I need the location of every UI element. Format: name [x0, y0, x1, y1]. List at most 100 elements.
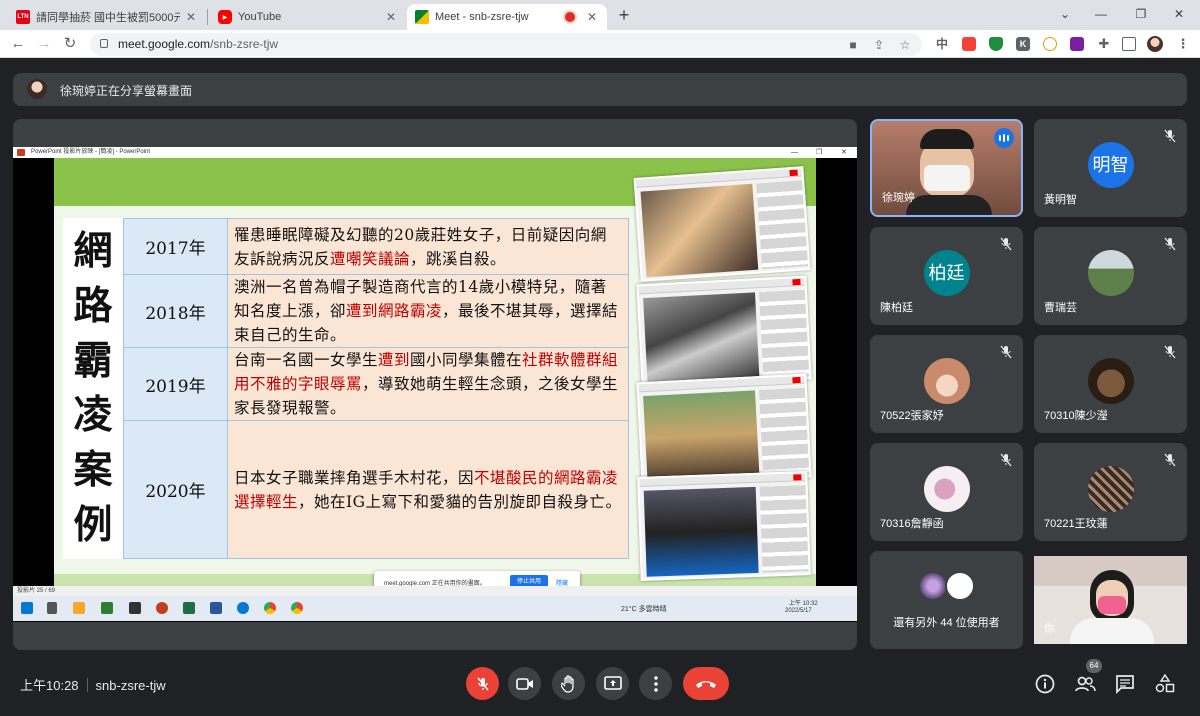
chat-icon[interactable] [1114, 673, 1136, 695]
slide: 網 路 霸 凌 案 例 2017年 罹患睡眠障礙及幻聽的20歲莊姓女子，日前疑因… [54, 158, 819, 593]
participant-name: 70522張家妤 [880, 410, 944, 422]
address-bar[interactable]: meet.google.com/snb-zsre-tjw ■ ⇪ ☆ [90, 33, 922, 56]
camera-toggle-button[interactable] [508, 667, 541, 700]
puzzle-icon[interactable]: ✚ [1097, 37, 1111, 51]
camera-in-use-icon[interactable]: ■ [846, 38, 860, 52]
extension-icon[interactable] [1043, 37, 1057, 51]
raise-hand-button[interactable] [552, 667, 585, 700]
present-screen-button[interactable] [596, 667, 629, 700]
participant-tile[interactable]: 曹瑞芸 [1034, 227, 1187, 325]
back-button[interactable]: ← [8, 34, 28, 54]
activities-icon[interactable] [1154, 673, 1176, 695]
year-cell: 2020年 [123, 420, 228, 559]
participant-hair [920, 129, 974, 149]
self-tile[interactable]: 你 [1034, 556, 1187, 644]
present-icon [603, 675, 622, 690]
mic-off-icon [1164, 129, 1176, 143]
side-panel-icon[interactable] [1122, 37, 1136, 51]
news-screenshot-collage [629, 166, 819, 588]
new-tab-button[interactable]: + [614, 5, 634, 25]
participant-avatar [1087, 466, 1134, 512]
browser-tab-active[interactable]: Meet - snb-zsre-tjw ✕ [407, 4, 607, 30]
extension-icon[interactable] [962, 37, 976, 51]
tab-title: 請同學抽菸 國中生被罰5000元 - [36, 12, 180, 24]
profile-avatar[interactable] [1147, 36, 1163, 52]
participant-avatar [1087, 358, 1134, 404]
participant-name: 陳柏廷 [880, 302, 913, 314]
participant-tile[interactable]: 徐琬婷 [870, 119, 1023, 217]
participant-tile[interactable]: 70316詹靜函 [870, 443, 1023, 541]
k-extension-icon[interactable]: K [1016, 37, 1030, 51]
minimize-button[interactable]: — [1080, 0, 1122, 30]
ppt-title: PowerPoint 投影片放映 - [簡凌] - PowerPoint [31, 149, 151, 155]
meeting-info: 上午10:28 snb-zsre-tjw [20, 675, 166, 694]
meeting-code: snb-zsre-tjw [95, 678, 166, 693]
browser-tab[interactable]: ▶ YouTube ✕ [210, 4, 406, 30]
participant-name: 黃明智 [1044, 194, 1077, 206]
slide-title-char: 案 [73, 447, 113, 494]
year-cell: 2017年 [123, 218, 228, 275]
table-row: 2019年 台南一名國一女學生遭到國小同學集體在社群軟體群組用不雅的字眼辱罵，導… [123, 347, 629, 421]
participant-tile[interactable]: 70522張家妤 [870, 335, 1023, 433]
url-host: meet.google.com [118, 37, 211, 51]
participant-avatar [1087, 250, 1134, 296]
ppt-restore-icon: ❐ [816, 149, 823, 156]
meet-favicon-icon [415, 10, 429, 24]
bookmark-star-icon[interactable]: ☆ [898, 38, 912, 52]
others-label: 還有另外 44 位使用者 [893, 617, 1000, 629]
participant-tile[interactable]: 柏廷 陳柏廷 [870, 227, 1023, 325]
share-icon[interactable]: ⇪ [872, 38, 886, 52]
close-tab-icon[interactable]: ✕ [585, 10, 599, 24]
slide-title-char: 凌 [73, 392, 113, 439]
ltn-favicon-icon: LTN [16, 10, 30, 24]
participant-tile[interactable]: 70310陳少瀅 [1034, 335, 1187, 433]
people-icon[interactable] [1074, 673, 1096, 695]
meeting-details-icon[interactable] [1034, 673, 1056, 695]
mic-off-icon [1000, 453, 1012, 467]
mic-toggle-button[interactable] [466, 667, 499, 700]
app-icon [101, 602, 113, 614]
news-screenshot [636, 373, 812, 487]
close-window-button[interactable]: ✕ [1158, 0, 1200, 30]
self-label: 你 [1044, 623, 1055, 635]
ppt-minimize-icon: — [791, 149, 798, 156]
meeting-time: 上午10:28 [20, 678, 79, 693]
case-description: 澳洲一名曾為帽子製造商代言的14歲小模特兒，隨著知名度上漲，卻遭到網路霸凌，最後… [227, 274, 629, 348]
news-screenshot [636, 275, 812, 389]
leave-call-button[interactable] [683, 667, 729, 700]
table-row: 2018年 澳洲一名曾為帽子製造商代言的14歲小模特兒，隨著知名度上漲，卻遭到網… [123, 274, 629, 348]
tab-title: Meet - snb-zsre-tjw [435, 11, 529, 23]
face-mask [924, 165, 970, 191]
self-mask [1098, 596, 1126, 614]
reload-button[interactable]: ↻ [60, 34, 80, 54]
participant-tile[interactable]: 70221王玟蓮 [1034, 443, 1187, 541]
close-tab-icon[interactable]: ✕ [384, 10, 398, 24]
youtube-favicon-icon: ▶ [218, 10, 232, 24]
participant-tile[interactable]: 明智 黃明智 [1034, 119, 1187, 217]
ppt-statusbar: 投影片 25 / 69 [13, 586, 857, 596]
app-icon [129, 602, 141, 614]
close-tab-icon[interactable]: ✕ [184, 10, 198, 24]
translate-extension-icon[interactable]: 中 [935, 37, 949, 51]
extension-icon[interactable] [1070, 37, 1084, 51]
participants-count-badge: 64 [1086, 659, 1102, 673]
weather-text: 21°C 多雲時晴 [621, 606, 667, 613]
menu-kebab-icon[interactable]: ⋮ [1176, 37, 1190, 51]
presentation-stage: PowerPoint 投影片放映 - [簡凌] - PowerPoint — ❐… [13, 119, 857, 650]
others-tile[interactable]: 還有另外 44 位使用者 [870, 551, 1023, 649]
meet-app: 徐琬婷正在分享螢幕畫面 PowerPoint 投影片放映 - [簡凌] - Po… [0, 59, 1200, 716]
more-options-button[interactable] [639, 667, 672, 700]
hang-up-icon [696, 680, 716, 688]
browser-tab[interactable]: LTN 請同學抽菸 國中生被罰5000元 - ✕ [8, 4, 206, 30]
others-avatar [918, 571, 948, 601]
chrome-icon [291, 602, 303, 614]
slide-title-char: 例 [73, 502, 113, 549]
presenter-avatar [27, 79, 47, 99]
mic-off-icon [1164, 453, 1176, 467]
shield-extension-icon[interactable] [989, 37, 1003, 51]
case-description: 罹患睡眠障礙及幻聽的20歲莊姓女子，日前疑因向網友訴說病況反遭嘲笑議論，跳溪自殺… [227, 218, 629, 275]
powerpoint-taskbar-icon [156, 602, 168, 614]
participant-shirt [906, 195, 992, 215]
forward-button[interactable]: → [34, 34, 54, 54]
restore-button[interactable]: ❐ [1120, 0, 1162, 30]
